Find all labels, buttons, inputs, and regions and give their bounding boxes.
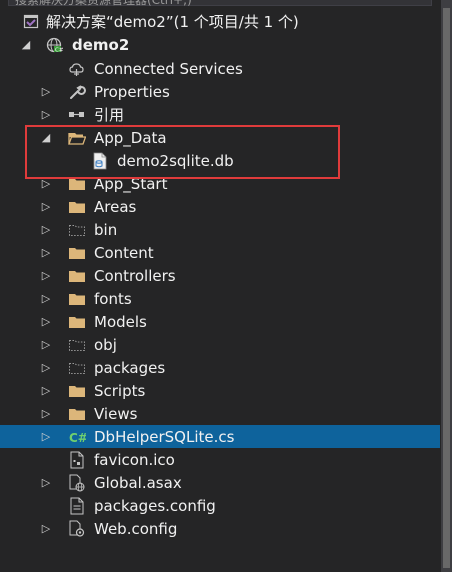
highlight-annotation-box	[25, 125, 340, 179]
search-input[interactable]: 搜索解决方案资源管理器(Ctrl+;) ▾	[8, 0, 432, 7]
collapsed-arrow-icon[interactable]: ▷	[40, 425, 52, 448]
tree-item[interactable]: ▷ Areas	[0, 195, 440, 218]
collapsed-arrow-icon[interactable]: ▷	[40, 103, 52, 126]
scrollbar-thumb[interactable]	[443, 8, 450, 568]
global-asax-icon	[67, 471, 87, 494]
tree-item[interactable]: ▷ Models	[0, 310, 440, 333]
collapsed-arrow-icon[interactable]: ▷	[40, 195, 52, 218]
tree-item[interactable]: ▷ packages	[0, 356, 440, 379]
tree-item-label: obj	[94, 335, 117, 354]
tree-item[interactable]: favicon.ico	[0, 448, 440, 471]
folder-icon	[67, 241, 87, 264]
collapsed-arrow-icon[interactable]: ▷	[40, 379, 52, 402]
tree-item-label: Areas	[94, 197, 137, 216]
solution-label: 解决方案“demo2”(1 个项目/共 1 个)	[46, 13, 299, 31]
tree-item-label: 引用	[94, 106, 125, 124]
tree-item[interactable]: ▷ Controllers	[0, 264, 440, 287]
collapsed-arrow-icon[interactable]: ▷	[40, 80, 52, 103]
collapsed-arrow-icon[interactable]: ▷	[40, 356, 52, 379]
collapsed-arrow-icon[interactable]: ▷	[40, 471, 52, 494]
config-file-icon	[67, 494, 87, 517]
tree-item[interactable]: ▷ Views	[0, 402, 440, 425]
web-project-icon: C#	[44, 33, 64, 56]
tree-item[interactable]: ▷ Properties	[0, 80, 440, 103]
tree-item-label: fonts	[94, 289, 132, 308]
tree-item[interactable]: ▷ 引用	[0, 103, 440, 126]
tree-item-label: Web.config	[94, 519, 178, 538]
search-placeholder: 搜索解决方案资源管理器(Ctrl+;)	[15, 0, 192, 7]
tree-item-label: Global.asax	[94, 473, 182, 492]
folder-icon	[67, 287, 87, 310]
project-node-demo2[interactable]: ◢ C# demo2	[0, 33, 440, 56]
tree-item-label: Connected Services	[94, 59, 243, 78]
csharp-file-icon: C#	[67, 425, 87, 448]
collapsed-arrow-icon[interactable]: ▷	[40, 333, 52, 356]
folder-icon	[67, 264, 87, 287]
collapsed-arrow-icon[interactable]: ▷	[40, 241, 52, 264]
collapsed-arrow-icon[interactable]: ▷	[40, 218, 52, 241]
tree-item-label: favicon.ico	[94, 450, 175, 469]
svg-text:C#: C#	[55, 47, 63, 53]
ico-file-icon	[67, 448, 87, 471]
tree-item-label: Properties	[94, 82, 170, 101]
tree-item-label: Scripts	[94, 381, 146, 400]
folder-dashed-icon	[67, 333, 87, 356]
expanded-arrow-icon[interactable]: ◢	[20, 33, 32, 56]
folder-icon	[67, 402, 87, 425]
tree-item-label: packages.config	[94, 496, 216, 515]
collapsed-arrow-icon[interactable]: ▷	[40, 287, 52, 310]
folder-icon	[67, 310, 87, 333]
tree-item-label: bin	[94, 220, 118, 239]
project-label: demo2	[72, 35, 130, 54]
tree-item-label: Views	[94, 404, 138, 423]
tree-item-label: Models	[94, 312, 147, 331]
tree-item[interactable]: ▷ Global.asax	[0, 471, 440, 494]
collapsed-arrow-icon[interactable]: ▷	[40, 264, 52, 287]
solution-icon	[21, 10, 41, 33]
tree-item[interactable]: ▷ bin	[0, 218, 440, 241]
tree-item-label: Controllers	[94, 266, 176, 285]
tree-item[interactable]: ▷ Scripts	[0, 379, 440, 402]
folder-dashed-icon	[67, 218, 87, 241]
vertical-scrollbar[interactable]	[441, 0, 452, 572]
collapsed-arrow-icon[interactable]: ▷	[40, 402, 52, 425]
svg-text:C#: C#	[69, 431, 86, 445]
collapsed-arrow-icon[interactable]: ▷	[40, 517, 52, 540]
tree-item[interactable]: ▷ fonts	[0, 287, 440, 310]
tree-item-label: Content	[94, 243, 154, 262]
tree-item[interactable]: ▷ obj	[0, 333, 440, 356]
collapsed-arrow-icon[interactable]: ▷	[40, 310, 52, 333]
tree-item[interactable]: ▷ C# DbHelperSQLite.cs	[0, 425, 440, 448]
connected-services-icon	[67, 57, 87, 80]
folder-icon	[67, 379, 87, 402]
tree-item[interactable]: Connected Services	[0, 57, 440, 80]
folder-icon	[67, 195, 87, 218]
web-config-icon	[67, 517, 87, 540]
wrench-icon	[67, 80, 87, 103]
tree-item-label: DbHelperSQLite.cs	[94, 427, 235, 446]
solution-node[interactable]: 解决方案“demo2”(1 个项目/共 1 个)	[0, 10, 440, 33]
tree-item[interactable]: ▷ Web.config	[0, 517, 440, 540]
references-icon	[67, 103, 87, 126]
folder-dashed-icon	[67, 356, 87, 379]
tree-item[interactable]: ▷ Content	[0, 241, 440, 264]
tree-item-label: packages	[94, 358, 166, 377]
tree-item[interactable]: packages.config	[0, 494, 440, 517]
